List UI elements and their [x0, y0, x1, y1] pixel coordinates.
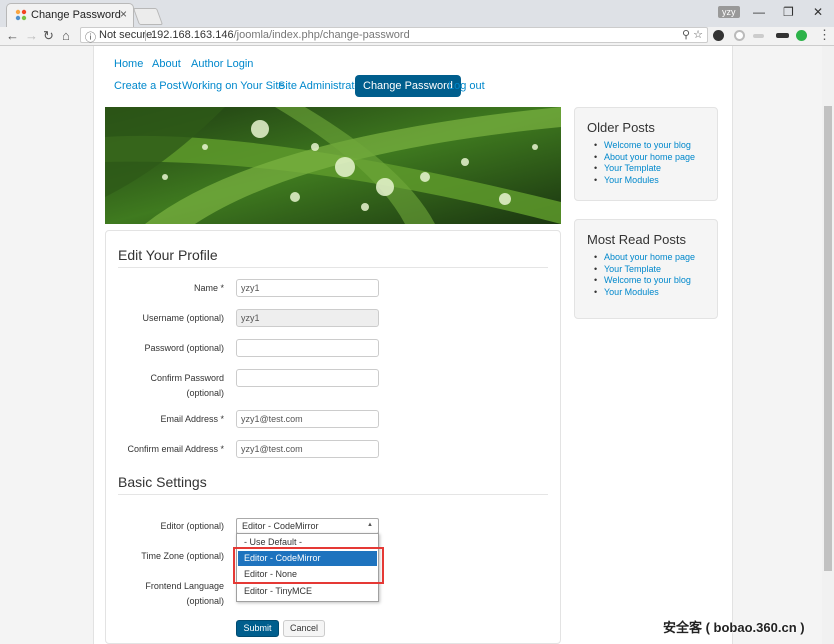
- forward-icon[interactable]: →: [25, 28, 38, 43]
- most-read-list: About your home page Your Template Welco…: [590, 252, 695, 299]
- name-field[interactable]: [236, 279, 379, 297]
- home-icon[interactable]: ⌂: [62, 28, 70, 43]
- timezone-label: Time Zone (optional): [141, 551, 224, 561]
- scrollbar-thumb[interactable]: [824, 106, 832, 571]
- browser-tabstrip: Change Password × yzy — ❐ ✕: [0, 0, 834, 27]
- confirm-password-field[interactable]: [236, 369, 379, 387]
- tab-title: Change Password: [31, 9, 121, 21]
- language-label-line1: Frontend Language: [145, 581, 224, 591]
- menu-icon[interactable]: ⋮: [818, 27, 831, 43]
- grammarly-icon[interactable]: [796, 30, 807, 41]
- incognito-icon[interactable]: [776, 33, 789, 38]
- email-label: Email Address *: [160, 414, 224, 424]
- email-field[interactable]: [236, 410, 379, 428]
- older-posts-title: Older Posts: [587, 120, 655, 135]
- back-icon[interactable]: ←: [6, 28, 19, 43]
- dropdown-arrow-icon: ▲: [367, 522, 373, 528]
- submit-button[interactable]: Submit: [236, 620, 279, 637]
- url-path: /joomla/index.php/change-password: [233, 29, 410, 41]
- divider: [118, 267, 548, 268]
- list-item[interactable]: About your home page: [590, 152, 695, 164]
- joomla-icon: [15, 9, 27, 21]
- menu-item-working[interactable]: Working on Your Site: [182, 80, 285, 92]
- extension-icon[interactable]: [713, 30, 724, 41]
- confirm-email-field[interactable]: [236, 440, 379, 458]
- url-text: 192.168.163.146/joomla/index.php/change-…: [151, 29, 410, 41]
- tab-close-icon[interactable]: ×: [120, 7, 127, 21]
- browser-toolbar: ← → ↻ ⌂ ⓘ Not secure 192.168.163.146/joo…: [0, 27, 834, 46]
- menu-item-about[interactable]: About: [152, 58, 181, 70]
- editor-select[interactable]: Editor - CodeMirror ▲: [236, 518, 379, 534]
- language-label-line2: (optional): [186, 596, 224, 606]
- menu-item-site-admin[interactable]: Site Administrator: [278, 80, 364, 92]
- password-label: Password (optional): [144, 343, 224, 353]
- list-item[interactable]: Welcome to your blog: [590, 140, 695, 152]
- profile-badge[interactable]: yzy: [718, 6, 740, 18]
- highlight-callout-box: [233, 547, 384, 584]
- confirm-password-label: Confirm Password (optional): [110, 371, 224, 401]
- most-read-title: Most Read Posts: [587, 232, 686, 247]
- language-label: Frontend Language (optional): [110, 579, 224, 609]
- editor-label: Editor (optional): [160, 521, 224, 531]
- close-window-icon[interactable]: ✕: [813, 5, 823, 19]
- confirm-password-label-line2: (optional): [186, 388, 224, 398]
- list-item[interactable]: Your Modules: [590, 287, 695, 299]
- address-separator: [145, 30, 146, 41]
- basic-settings-heading: Basic Settings: [118, 474, 207, 490]
- extension-icon[interactable]: [753, 34, 764, 38]
- confirm-email-label: Confirm email Address *: [127, 444, 224, 454]
- profile-heading: Edit Your Profile: [118, 247, 218, 263]
- menu-item-change-password[interactable]: Change Password: [355, 75, 461, 97]
- page-scrollbar[interactable]: [822, 46, 834, 644]
- url-host: 192.168.163.146: [151, 29, 234, 41]
- editor-select-value: Editor - CodeMirror: [242, 521, 319, 531]
- username-label: Username (optional): [142, 313, 224, 323]
- maximize-icon[interactable]: ❐: [783, 5, 794, 19]
- name-label: Name *: [193, 283, 224, 293]
- older-posts-list: Welcome to your blog About your home pag…: [590, 140, 695, 187]
- list-item[interactable]: Welcome to your blog: [590, 275, 695, 287]
- divider: [118, 494, 548, 495]
- list-item[interactable]: Your Template: [590, 264, 695, 276]
- username-field[interactable]: [236, 309, 379, 327]
- header-banner-image: [105, 107, 561, 224]
- info-icon[interactable]: ⓘ: [85, 29, 96, 45]
- list-item[interactable]: Your Template: [590, 163, 695, 175]
- bookmark-star-icon[interactable]: ⚲ ☆: [682, 28, 703, 41]
- address-bar[interactable]: ⓘ Not secure 192.168.163.146/joomla/inde…: [80, 27, 708, 45]
- extension-icon[interactable]: [734, 30, 745, 41]
- browser-tab[interactable]: Change Password ×: [6, 3, 134, 27]
- menu-item-author-login[interactable]: Author Login: [191, 58, 253, 70]
- menu-item-home[interactable]: Home: [114, 58, 143, 70]
- list-item[interactable]: About your home page: [590, 252, 695, 264]
- watermark: 安全客 ( bobao.360.cn ): [663, 620, 805, 635]
- new-tab-button[interactable]: [132, 8, 164, 25]
- minimize-icon[interactable]: —: [753, 5, 765, 19]
- list-item[interactable]: Your Modules: [590, 175, 695, 187]
- confirm-password-label-line1: Confirm Password: [150, 373, 224, 383]
- menu-item-create-post[interactable]: Create a Post: [114, 80, 181, 92]
- cancel-button[interactable]: Cancel: [283, 620, 325, 637]
- password-field[interactable]: [236, 339, 379, 357]
- editor-option-tinymce[interactable]: Editor - TinyMCE: [238, 584, 377, 599]
- reload-icon[interactable]: ↻: [43, 28, 54, 44]
- menu-item-logout[interactable]: Log out: [448, 80, 485, 92]
